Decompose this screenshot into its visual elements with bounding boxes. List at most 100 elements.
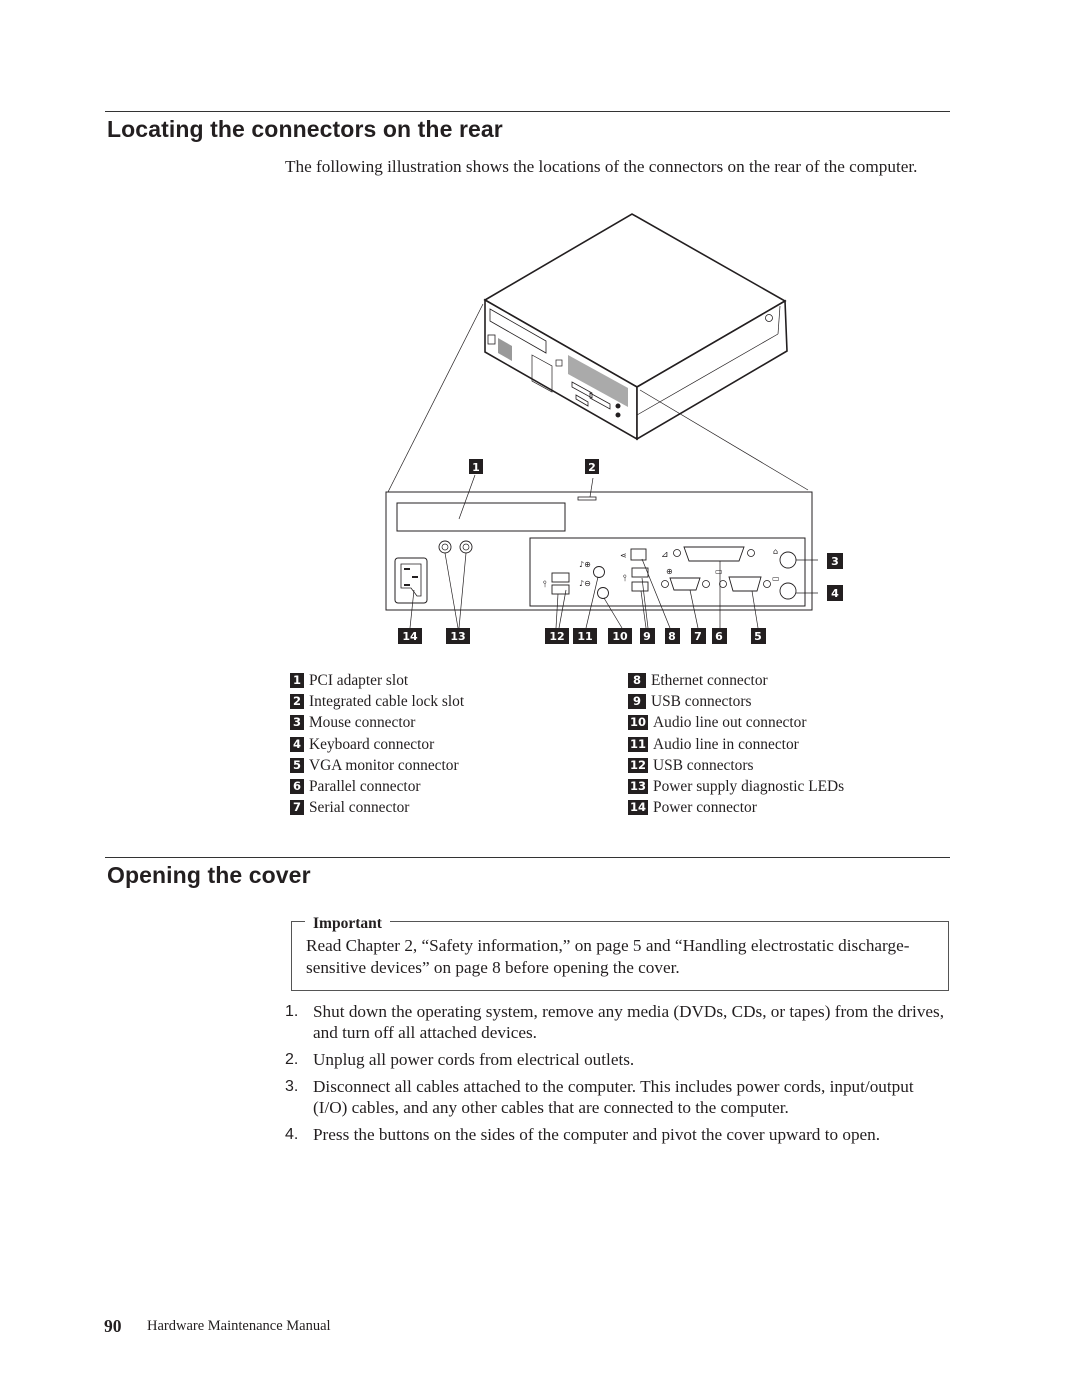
callout-5: 5 [751, 628, 766, 644]
power-connector [394, 557, 428, 604]
legend-badge: 8 [628, 673, 646, 689]
svg-text:♪⊖: ♪⊖ [579, 579, 591, 588]
section-title-opening-cover: Opening the cover [107, 862, 311, 888]
legend-left: 1 PCI adapter slot 2 Integrated cable lock… [290, 670, 464, 818]
svg-text:▭: ▭ [715, 567, 723, 576]
svg-text:♪⊕: ♪⊕ [579, 560, 591, 569]
svg-text:11: 11 [577, 630, 592, 643]
rear-panel: ⫯ ♪⊕ ♪⊖ ⋖ ⫯ ⊿ ⊕ ▭ ▭ ⌂ [385, 474, 818, 629]
rear-connectors-illustration: ⫯ ♪⊕ ♪⊖ ⋖ ⫯ ⊿ ⊕ ▭ ▭ ⌂ 1 2 3 4 5 6 7 8 9 … [385, 213, 843, 644]
svg-text:⫯: ⫯ [623, 574, 627, 584]
legend-item: 14 Power connector [628, 797, 844, 818]
serial-connector [669, 577, 701, 591]
keyboard-connector [779, 582, 797, 600]
step-text: Disconnect all cables attached to the co… [313, 1076, 914, 1118]
legend-label: Keyboard connector [309, 735, 435, 753]
legend-badge: 13 [628, 779, 649, 795]
svg-text:14: 14 [402, 630, 418, 643]
usb-connector-9a [631, 567, 649, 578]
legend-item: 2 Integrated cable lock slot [290, 691, 464, 712]
legend-item: 10 Audio line out connector [628, 712, 844, 733]
svg-text:⋖: ⋖ [620, 551, 627, 560]
svg-text:13: 13 [450, 630, 465, 643]
parallel-connector [683, 546, 745, 562]
svg-text:9: 9 [643, 630, 651, 643]
legend-item: 5 VGA monitor connector [290, 755, 464, 776]
callout-9: 9 [640, 628, 655, 644]
pci-adapter-slot [396, 502, 566, 532]
legend-badge: 4 [290, 736, 304, 752]
step-number: 2. [285, 1051, 299, 1069]
ethernet-connector [630, 548, 647, 561]
legend-item: 3 Mouse connector [290, 712, 464, 733]
steps-list: 1. Shut down the operating system, remove… [285, 1001, 950, 1151]
legend-right: 8 Ethernet connector 9 USB connectors 10 Au… [628, 670, 844, 818]
legend-badge: 14 [628, 800, 649, 816]
step-number: 4. [285, 1125, 299, 1143]
legend-badge: 3 [290, 715, 304, 731]
legend-label: Serial connector [309, 799, 410, 817]
page-number: 90 [104, 1316, 122, 1336]
step-item: 3. Disconnect all cables attached to the … [285, 1076, 950, 1119]
step-number: 1. [285, 1003, 299, 1020]
callout-10: 10 [608, 628, 632, 644]
legend-badge: 10 [628, 715, 649, 731]
callout-13: 13 [446, 628, 470, 644]
svg-text:3: 3 [831, 555, 839, 568]
usb-connector-9b [631, 581, 649, 592]
callout-6: 6 [712, 628, 727, 644]
callout-8: 8 [665, 628, 680, 644]
legend-item: 8 Ethernet connector [628, 670, 844, 691]
legend-item: 7 Serial connector [290, 797, 464, 818]
audio-line-out [597, 587, 609, 599]
legend-badge: 11 [628, 736, 649, 752]
legend-label: Mouse connector [309, 714, 416, 732]
legend-label: Audio line in connector [653, 735, 799, 753]
svg-text:⌂: ⌂ [773, 547, 778, 556]
diagnostic-led-1 [438, 540, 452, 554]
legend-badge: 2 [290, 694, 304, 710]
audio-line-in [593, 566, 605, 578]
legend-item: 4 Keyboard connector [290, 734, 464, 755]
step-item: 4. Press the buttons on the sides of the … [285, 1124, 950, 1145]
svg-text:7: 7 [694, 630, 702, 643]
legend-item: 1 PCI adapter slot [290, 670, 464, 691]
svg-text:⫯: ⫯ [543, 580, 547, 590]
step-item: 2. Unplug all power cords from electrical… [285, 1049, 950, 1070]
legend-badge: 9 [628, 694, 646, 710]
callout-7: 7 [691, 628, 706, 644]
step-item: 1. Shut down the operating system, remove… [285, 1001, 950, 1044]
legend-label: Parallel connector [309, 777, 421, 795]
cable-lock-slot [577, 496, 597, 501]
legend-label: VGA monitor connector [309, 756, 459, 774]
step-text: Unplug all power cords from electrical o… [313, 1050, 635, 1070]
diagnostic-led-2 [459, 540, 473, 554]
legend-badge: 6 [290, 779, 304, 795]
svg-text:▭: ▭ [772, 574, 780, 583]
svg-text:6: 6 [715, 630, 723, 643]
vga-connector [728, 576, 762, 592]
svg-text:⊿: ⊿ [661, 550, 669, 560]
svg-text:4: 4 [831, 587, 839, 600]
legend-item: 11 Audio line in connector [628, 734, 844, 755]
legend-badge: 12 [628, 757, 649, 773]
mouse-connector [779, 551, 797, 569]
callout-12: 12 [545, 628, 569, 644]
computer-isometric [387, 213, 809, 493]
svg-text:⊕: ⊕ [666, 567, 673, 576]
usb-connector-12a [551, 572, 570, 583]
legend-label: Integrated cable lock slot [309, 693, 465, 711]
usb-connector-12b [551, 584, 570, 595]
legend-label: Ethernet connector [651, 672, 768, 689]
svg-text:8: 8 [668, 630, 676, 643]
step-text: Press the buttons on the sides of the co… [313, 1124, 881, 1144]
step-text: Shut down the operating system, remove a… [313, 1002, 945, 1043]
legend-label: Power connector [653, 799, 757, 817]
important-label: Important [305, 914, 390, 934]
manual-title: Hardware Maintenance Manual [147, 1318, 331, 1334]
callout-2: 2 [585, 459, 599, 474]
callout-14: 14 [398, 628, 422, 644]
section-divider [105, 111, 950, 112]
svg-text:12: 12 [549, 630, 564, 643]
callout-4: 4 [827, 585, 843, 601]
